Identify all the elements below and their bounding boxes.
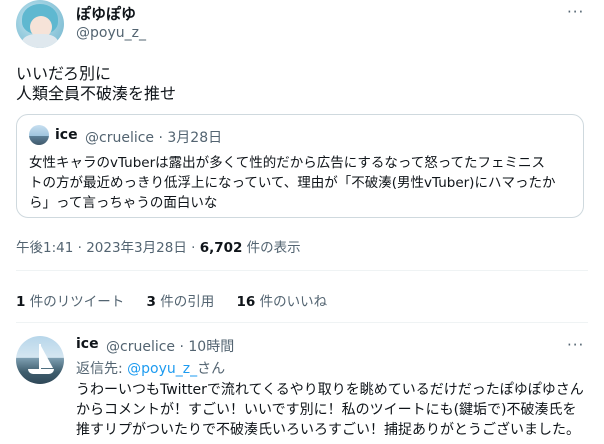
user-handle[interactable]: @poyu_z_ (76, 25, 146, 41)
likes-label: 件のいいね (255, 294, 328, 310)
divider (16, 270, 588, 271)
avatar-body (22, 34, 58, 48)
tweet-text: いいだろ別に 人類全員不破湊を推せ (16, 64, 176, 104)
retweets-label: 件のリツイート (25, 294, 125, 310)
more-options-icon[interactable]: ··· (567, 336, 584, 354)
quoted-text-line: 女性キャラのvTuberは露出が多くて性的だから広告にするなって怒ってたフェミニ… (29, 155, 546, 171)
tweet-meta: 午後1:41 · 2023年3月28日 · 6,702 件の表示 (16, 236, 301, 256)
quoted-handle-time: @cruelice · 3月28日 (85, 130, 223, 146)
retweets-stat[interactable]: 1 件のリツイート (16, 290, 124, 310)
replying-suffix: さん (197, 361, 226, 377)
display-name[interactable]: ぽゆぽゆ (76, 3, 136, 24)
replying-prefix: 返信先: (76, 361, 128, 377)
quoted-text: 女性キャラのvTuberは露出が多くて性的だから広告にするなって怒ってたフェミニ… (29, 153, 577, 213)
likes-count: 16 (236, 294, 256, 310)
quoted-text-line: ら」って言っちゃうの面白いな (29, 195, 218, 211)
tweet-text-line: いいだろ別に (16, 64, 112, 83)
quoted-text-line: トの方が最近めっきり低浮上になっていて、理由が「不破湊(男性vTuber)にハマ… (29, 175, 556, 191)
replying-to: 返信先: @poyu_z_さん (76, 358, 225, 378)
sailboat-sail (41, 346, 53, 368)
reply-text: うわーいつもTwitterで流れてくるやり取りを眺めているだけだったぽゆぽゆさん… (76, 380, 584, 440)
likes-stat[interactable]: 16 件のいいね (237, 290, 328, 310)
reply-display-name[interactable]: ice (76, 336, 99, 352)
more-options-icon[interactable]: ··· (567, 3, 584, 21)
reply-text-line: うわーいつもTwitterで流れてくるやり取りを眺めているだけだったぽゆぽゆさん (76, 382, 584, 398)
views-label: 件の表示 (242, 240, 301, 256)
quotes-count: 3 (146, 294, 156, 310)
reply-handle-time[interactable]: @cruelice · 10時間 (106, 336, 234, 356)
quoted-user-avatar (29, 125, 49, 145)
replying-handle-link[interactable]: @poyu_z_ (127, 361, 197, 377)
views-count: 6,702 (199, 240, 243, 256)
quotes-stat[interactable]: 3 件の引用 (147, 290, 215, 310)
retweets-count: 1 (16, 294, 26, 310)
quotes-label: 件の引用 (155, 294, 215, 310)
sailboat-hull (28, 369, 54, 374)
reply-text-line: からコメントが！すごい！いいです別に！私のツイートにも(鍵垢で)不破湊氏を (76, 402, 577, 418)
tweet-datetime[interactable]: 午後1:41 · 2023年3月28日 · (16, 240, 200, 256)
divider (16, 322, 588, 323)
user-avatar[interactable] (16, 0, 64, 48)
tweet-text-line: 人類全員不破湊を推せ (16, 84, 177, 103)
reply-user-avatar[interactable] (16, 336, 64, 384)
tweet-stats: 1 件のリツイート 3 件の引用 16 件のいいね (16, 290, 345, 310)
reply-text-line: 推すリプがついたりで不破湊氏いろいろすごい！捕捉ありがとうございました。 (76, 422, 580, 438)
quoted-display-name: ice (55, 127, 78, 143)
quoted-tweet[interactable]: ice @cruelice · 3月28日 女性キャラのvTuberは露出が多く… (16, 114, 584, 218)
